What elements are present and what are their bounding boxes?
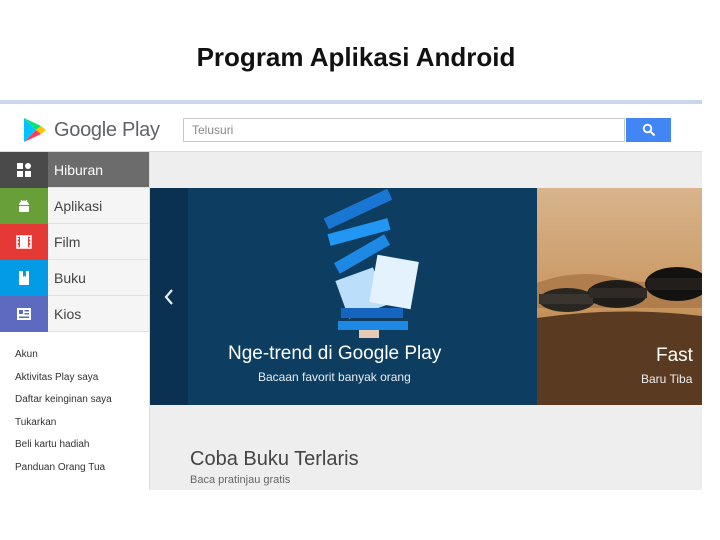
- category-label: Buku: [54, 269, 86, 286]
- link-tukarkan[interactable]: Tukarkan: [0, 412, 149, 435]
- grid-icon: [0, 151, 48, 188]
- category-hiburan[interactable]: Hiburan: [0, 151, 149, 188]
- category-label: Hiburan: [54, 161, 104, 178]
- slide-title: Program Aplikasi Android: [196, 42, 516, 72]
- google-play-logo-icon[interactable]: [20, 116, 48, 144]
- category-film[interactable]: Film: [0, 223, 149, 260]
- header: Google Play: [0, 104, 702, 152]
- search-box: [183, 118, 625, 142]
- newsstand-icon: [0, 295, 48, 332]
- banner-fast[interactable]: Fast Baru Tiba: [537, 188, 702, 405]
- search-button[interactable]: [626, 118, 671, 142]
- link-aktivitas[interactable]: Aktivitas Play saya: [0, 367, 149, 390]
- category-kios[interactable]: Kios: [0, 295, 149, 332]
- link-panduan-orang-tua[interactable]: Panduan Orang Tua: [0, 457, 149, 480]
- link-daftar-keinginan[interactable]: Daftar keinginan saya: [0, 389, 149, 412]
- main-content: Nge-trend di Google Play Bacaan favorit …: [150, 152, 702, 490]
- carousel-prev-button[interactable]: [150, 188, 188, 405]
- banner-title: Fast: [656, 345, 693, 366]
- featured-carousel: Nge-trend di Google Play Bacaan favorit …: [150, 188, 702, 405]
- books-illustration-icon: [323, 188, 419, 338]
- film-icon: [0, 223, 48, 260]
- banner-title: Nge-trend di Google Play: [228, 343, 442, 364]
- category-label: Aplikasi: [54, 197, 103, 214]
- section-subtitle: Baca pratinjau gratis: [190, 474, 291, 486]
- category-aplikasi[interactable]: Aplikasi: [0, 187, 149, 224]
- category-buku[interactable]: Buku: [0, 259, 149, 296]
- google-play-screenshot: Google Play Hiburan: [0, 100, 702, 490]
- brand-name[interactable]: Google Play: [54, 119, 160, 142]
- link-beli-kartu-hadiah[interactable]: Beli kartu hadiah: [0, 434, 149, 457]
- banner-subtitle: Baru Tiba: [641, 372, 693, 386]
- account-links: Akun Aktivitas Play saya Daftar keingina…: [0, 332, 149, 479]
- chevron-left-icon: [164, 288, 173, 305]
- android-icon: [0, 187, 48, 224]
- banner-trending[interactable]: Nge-trend di Google Play Bacaan favorit …: [188, 188, 537, 405]
- link-akun[interactable]: Akun: [0, 344, 149, 367]
- search-icon: [642, 123, 655, 137]
- category-label: Film: [54, 233, 81, 250]
- sidebar: Hiburan Aplikasi Film Buku Kios Akun Akt…: [0, 151, 150, 490]
- search-input[interactable]: [184, 119, 624, 141]
- section-title[interactable]: Coba Buku Terlaris: [190, 448, 359, 471]
- book-icon: [0, 259, 48, 296]
- banner-subtitle: Bacaan favorit banyak orang: [258, 370, 411, 384]
- category-label: Kios: [54, 305, 82, 322]
